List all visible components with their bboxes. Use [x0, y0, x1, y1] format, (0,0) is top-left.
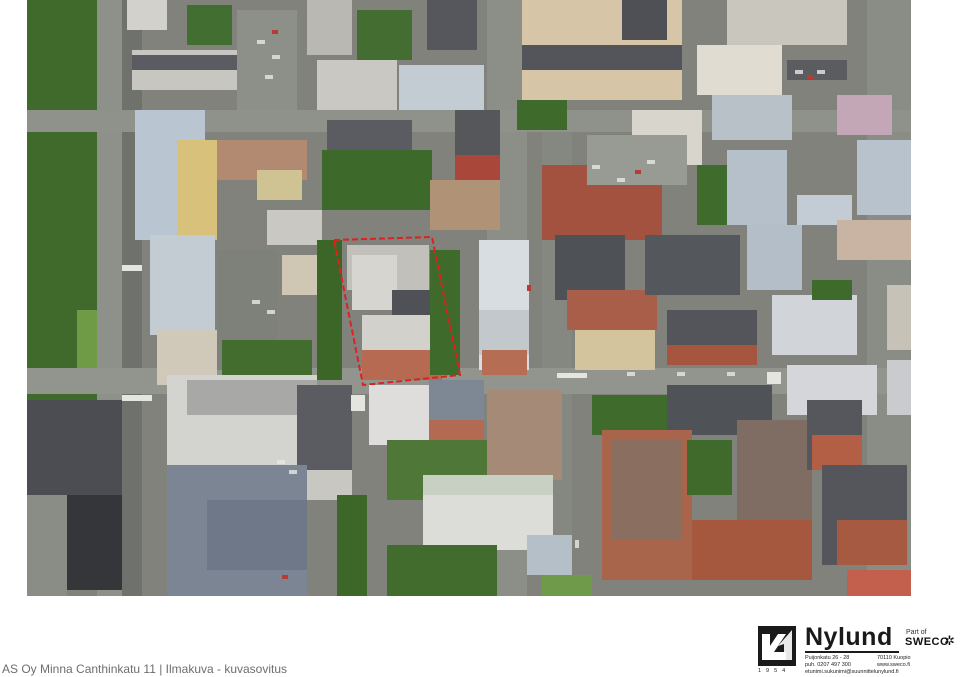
phone: puh. 0207 497 300: [805, 662, 851, 668]
logo-year: 1954: [758, 668, 791, 674]
address: Puijonkatu 26 - 28: [805, 655, 850, 661]
aerial-city-block-image: [27, 0, 911, 596]
nylund-mark-icon: [758, 626, 796, 666]
brand-name: Nylund: [805, 623, 893, 651]
aerial-photo: [27, 0, 911, 596]
contact-address-line: Puijonkatu 26 - 28 70110 Kuopio: [805, 655, 911, 661]
part-of-label: Part of: [906, 629, 927, 636]
sweco-wordmark: SWECO: [905, 636, 950, 648]
website: www.sweco.fi: [877, 662, 911, 668]
image-caption: AS Oy Minna Canthinkatu 11 | Ilmakuva - …: [2, 662, 288, 676]
contact-email: etunimi.sukunimi@suunnittelunylund.fi: [805, 669, 899, 675]
contact-phone-line: puh. 0207 497 300 www.sweco.fi: [805, 662, 910, 668]
city: 70110 Kuopio: [877, 655, 911, 661]
sweco-star-icon: ✲: [944, 633, 955, 648]
brand-underline: [805, 651, 899, 653]
company-logo-block: 1954 Nylund Part of SWECO ✲ Puijonkatu 2…: [758, 623, 958, 677]
